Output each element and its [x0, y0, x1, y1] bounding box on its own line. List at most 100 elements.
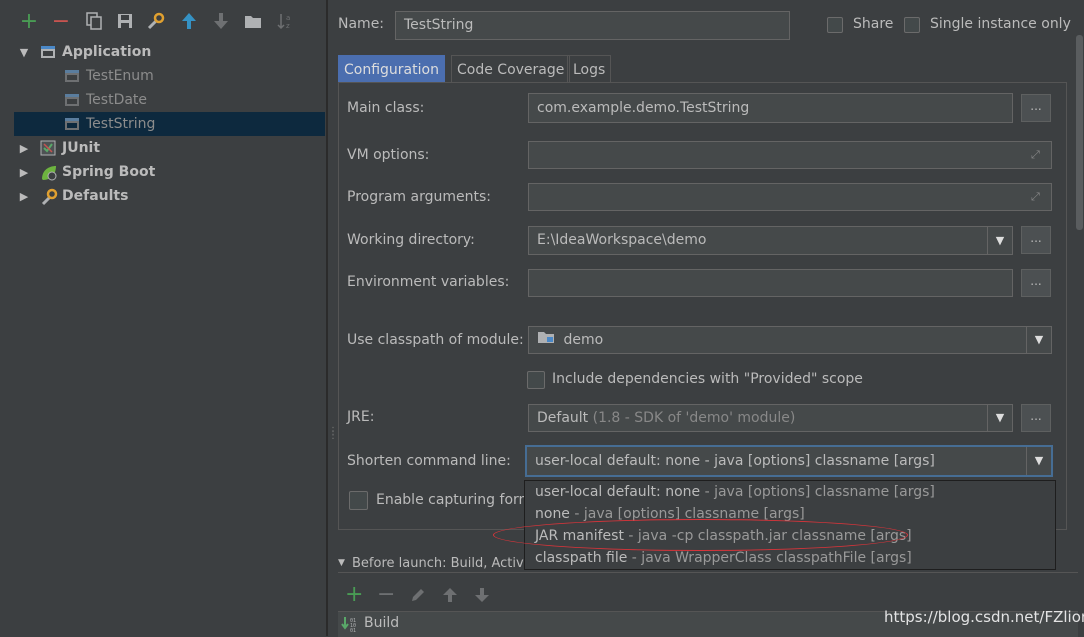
chevron-right-icon[interactable]: ▶	[17, 190, 31, 203]
application-icon	[40, 44, 56, 60]
chevron-down-icon[interactable]: ▼	[338, 558, 345, 568]
configurations-panel: + − az ▼ Application TestEnum TestDate T…	[0, 0, 326, 636]
tree-label: TestDate	[86, 92, 148, 108]
tab-code-coverage[interactable]: Code Coverage	[451, 55, 571, 83]
tree-label: Application	[62, 44, 152, 60]
tree-label: TestString	[86, 116, 156, 132]
option-name: classpath file	[535, 550, 628, 566]
shorten-command-line-combo[interactable]: user-local default: none - java [options…	[525, 445, 1053, 477]
save-icon[interactable]	[114, 10, 136, 32]
jre-browse-button[interactable]: ...	[1021, 404, 1051, 432]
svg-text:a: a	[286, 14, 290, 22]
jre-value: Default	[537, 410, 589, 426]
remove-task-icon[interactable]: −	[377, 582, 395, 607]
vm-options-input[interactable]: ⤢	[528, 141, 1052, 169]
tree-item-application[interactable]: ▼ Application	[0, 40, 326, 64]
main-class-input[interactable]: com.example.demo.TestString	[528, 93, 1013, 123]
working-directory-label: Working directory:	[347, 232, 475, 248]
tree-label: JUnit	[62, 140, 101, 156]
tree-item-junit[interactable]: ▶ JUnit	[0, 136, 326, 160]
run-config-icon	[64, 92, 80, 108]
tab-logs[interactable]: Logs	[567, 55, 612, 83]
tree-label: Spring Boot	[62, 164, 156, 180]
option-name: none	[535, 506, 570, 522]
divider	[338, 572, 1078, 573]
working-directory-browse-button[interactable]: ...	[1021, 226, 1051, 254]
before-launch-label: Before launch: Build, Activat	[352, 556, 524, 571]
highlight-annotation	[493, 519, 908, 551]
add-task-icon[interactable]: +	[345, 582, 363, 607]
classpath-module-value: demo	[563, 332, 604, 348]
share-checkbox[interactable]	[827, 17, 843, 33]
run-config-icon	[64, 68, 80, 84]
build-task-label[interactable]: Build	[364, 615, 399, 631]
arrow-up-icon[interactable]	[178, 10, 200, 32]
tab-configuration[interactable]: Configuration	[338, 55, 445, 83]
wrench-icon	[40, 188, 58, 206]
option-hint: - java [options] classname [args]	[700, 484, 935, 500]
single-instance-checkbox[interactable]	[904, 17, 920, 33]
module-folder-icon	[537, 327, 555, 353]
tree-label: Defaults	[62, 188, 129, 204]
configurations-toolbar: + − az	[0, 0, 326, 40]
wrench-icon[interactable]	[145, 10, 167, 32]
vm-options-label: VM options:	[347, 147, 430, 163]
watermark: https://blog.csdn.net/FZlion	[884, 608, 1084, 626]
junit-icon	[40, 140, 56, 156]
tree-item-teststring[interactable]: TestString	[14, 112, 325, 136]
working-directory-combo[interactable]: E:\IdeaWorkspace\demo ▼	[528, 226, 1013, 255]
expand-icon[interactable]: ⤢	[1031, 148, 1045, 162]
arrow-down-icon[interactable]	[210, 10, 232, 32]
move-task-up-icon[interactable]	[442, 587, 458, 607]
environment-variables-label: Environment variables:	[347, 274, 510, 290]
name-label: Name:	[338, 16, 385, 32]
tree-item-testdate[interactable]: TestDate	[0, 88, 326, 112]
sort-icon[interactable]: az	[274, 10, 296, 32]
scrollbar[interactable]	[1076, 35, 1083, 230]
enable-capturing-checkbox[interactable]	[349, 491, 368, 510]
folder-icon[interactable]	[242, 10, 264, 32]
add-icon[interactable]: +	[18, 9, 40, 34]
remove-icon[interactable]: −	[50, 9, 72, 34]
chevron-down-icon[interactable]: ▼	[1026, 447, 1051, 475]
expand-icon[interactable]: ⤢	[1031, 190, 1045, 204]
copy-icon[interactable]	[83, 10, 105, 32]
main-class-label: Main class:	[347, 100, 425, 116]
main-class-browse-button[interactable]: ...	[1021, 94, 1051, 122]
jre-hint: (1.8 - SDK of 'demo' module)	[592, 410, 796, 426]
chevron-down-icon[interactable]: ▼	[987, 227, 1012, 254]
shorten-command-line-value: user-local default: none - java [options…	[535, 453, 935, 469]
chevron-down-icon[interactable]: ▼	[17, 46, 31, 59]
splitter-grip-icon[interactable]: ⋮ ⋮	[328, 427, 338, 441]
dropdown-option[interactable]: classpath file - java WrapperClass class…	[535, 550, 912, 566]
tree-item-testenum[interactable]: TestEnum	[0, 64, 326, 88]
option-name: user-local default: none	[535, 484, 701, 500]
spring-boot-icon	[40, 164, 57, 181]
shorten-command-line-label: Shorten command line:	[347, 453, 511, 469]
name-input[interactable]: TestString	[395, 11, 790, 40]
share-label: Share	[853, 16, 894, 32]
tree-item-spring-boot[interactable]: ▶ Spring Boot	[0, 160, 326, 184]
program-arguments-input[interactable]: ⤢	[528, 183, 1052, 211]
classpath-module-label: Use classpath of module:	[347, 332, 524, 348]
panel-splitter[interactable]	[326, 0, 328, 636]
edit-task-icon[interactable]	[410, 587, 426, 607]
classpath-module-combo[interactable]: demo ▼	[528, 326, 1052, 354]
dropdown-option[interactable]: user-local default: none - java [options…	[535, 484, 935, 500]
svg-text:z: z	[286, 22, 290, 30]
chevron-down-icon[interactable]: ▼	[1026, 327, 1051, 353]
environment-variables-input[interactable]	[528, 269, 1013, 297]
include-dependencies-checkbox[interactable]	[527, 371, 545, 389]
option-hint: - java WrapperClass classpathFile [args]	[627, 550, 912, 566]
environment-variables-browse-button[interactable]: ...	[1021, 269, 1051, 297]
enable-capturing-label: Enable capturing form	[376, 492, 524, 508]
program-arguments-label: Program arguments:	[347, 189, 491, 205]
chevron-down-icon[interactable]: ▼	[987, 405, 1012, 431]
chevron-right-icon[interactable]: ▶	[17, 166, 31, 179]
jre-label: JRE:	[347, 409, 375, 425]
run-config-icon	[64, 116, 80, 132]
chevron-right-icon[interactable]: ▶	[17, 142, 31, 155]
jre-combo[interactable]: Default (1.8 - SDK of 'demo' module) ▼	[528, 404, 1013, 432]
move-task-down-icon[interactable]	[474, 587, 490, 607]
tree-item-defaults[interactable]: ▶ Defaults	[0, 184, 326, 208]
